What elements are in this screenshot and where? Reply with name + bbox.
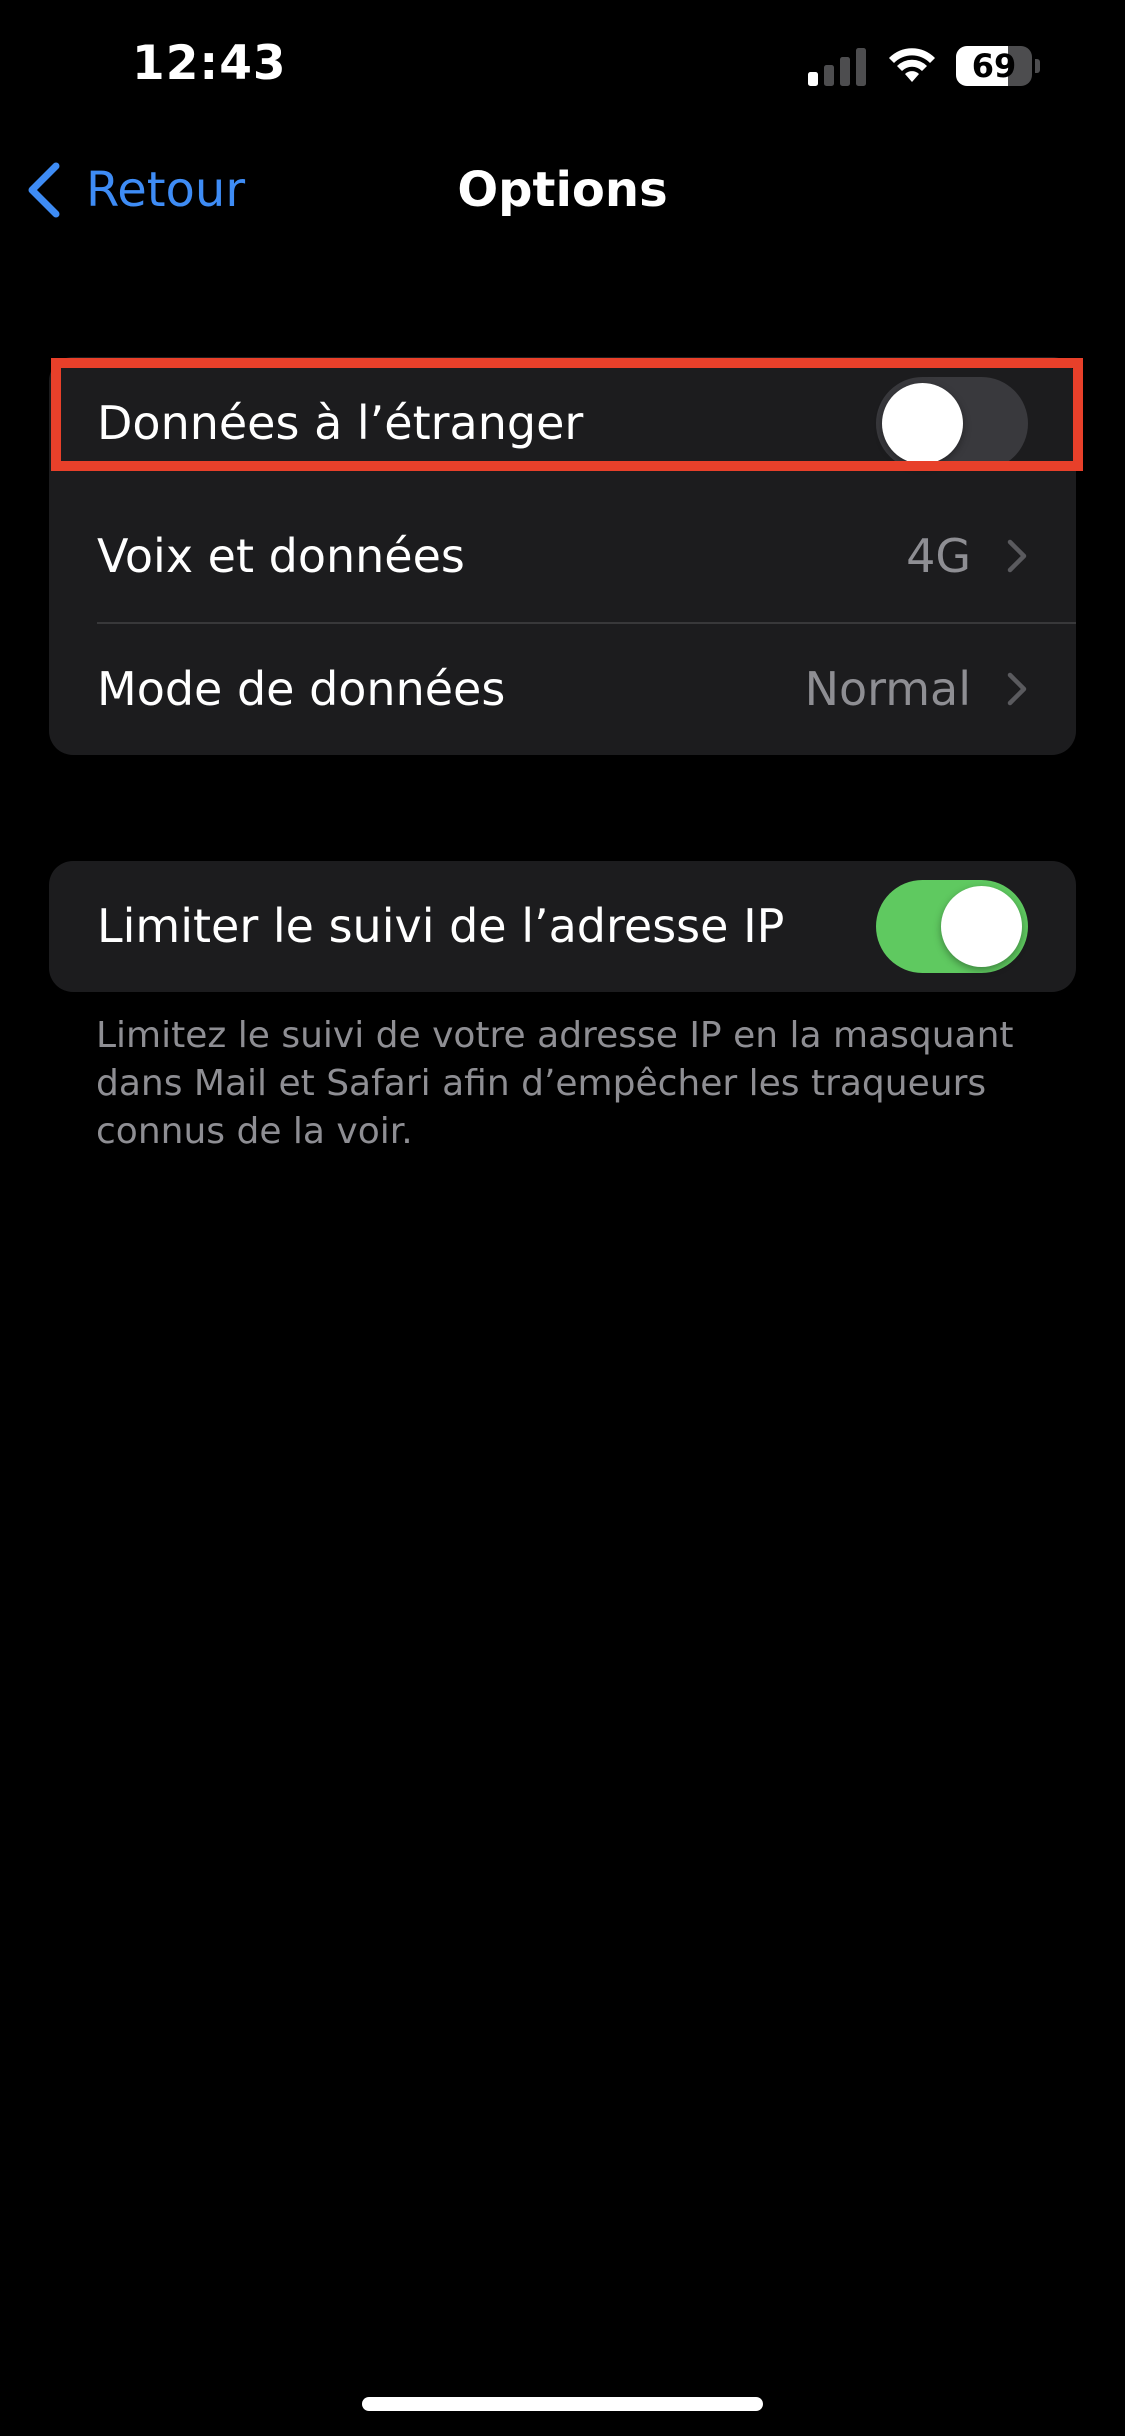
status-time: 12:43 bbox=[132, 36, 287, 91]
status-bar: 12:43 69 bbox=[0, 0, 1125, 140]
battery-nub bbox=[1035, 59, 1040, 73]
chevron-right-icon bbox=[1007, 539, 1027, 573]
navigation-bar: Retour Options bbox=[0, 140, 1125, 240]
page-title: Options bbox=[457, 162, 668, 218]
limit-ip-tracking-toggle[interactable] bbox=[876, 880, 1028, 973]
cellular-signal-icon bbox=[808, 48, 866, 86]
row-label-voice-data: Voix et données bbox=[97, 529, 465, 583]
row-limit-ip-tracking: Limiter le suivi de l’adresse IP bbox=[49, 861, 1076, 992]
row-value-voice-data: 4G bbox=[906, 529, 971, 583]
chevron-right-icon bbox=[1007, 672, 1027, 706]
highlight-annotation bbox=[51, 358, 1083, 471]
settings-group-privacy: Limiter le suivi de l’adresse IP bbox=[49, 861, 1076, 992]
battery-body: 69 bbox=[956, 46, 1032, 86]
wifi-icon bbox=[889, 48, 935, 82]
row-voice-data[interactable]: Voix et données 4G bbox=[49, 490, 1076, 622]
battery-icon: 69 bbox=[956, 46, 1040, 86]
battery-percent: 69 bbox=[971, 47, 1017, 85]
row-label-limit-ip-tracking: Limiter le suivi de l’adresse IP bbox=[97, 899, 785, 953]
footer-description: Limitez le suivi de votre adresse IP en … bbox=[96, 1015, 1014, 1152]
toggle-knob bbox=[941, 886, 1022, 967]
row-value-data-mode: Normal bbox=[804, 662, 971, 716]
home-indicator[interactable] bbox=[362, 2397, 763, 2411]
row-data-mode[interactable]: Mode de données Normal bbox=[49, 623, 1076, 755]
row-label-data-mode: Mode de données bbox=[97, 662, 506, 716]
screen: 12:43 69 Retour Options Données à l’étra… bbox=[0, 0, 1125, 2436]
